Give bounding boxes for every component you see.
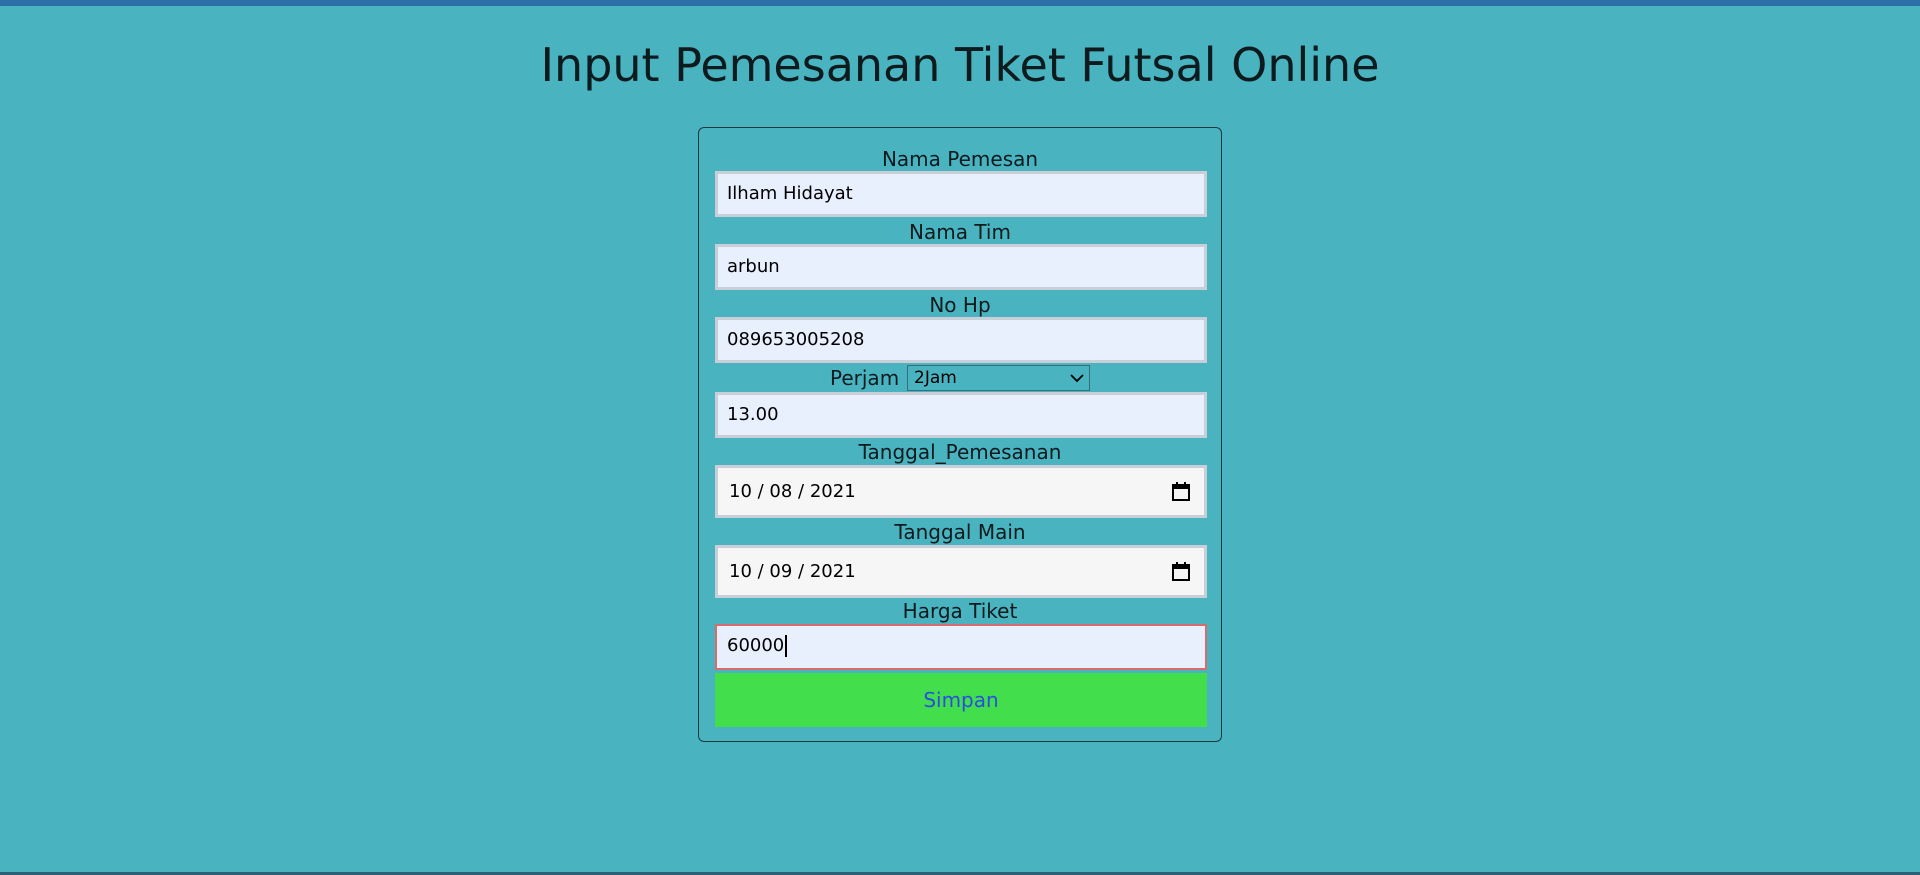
no-hp-label: No Hp: [929, 293, 991, 317]
no-hp-input[interactable]: 089653005208: [715, 317, 1207, 363]
nama-pemesan-value: Ilham Hidayat: [727, 183, 853, 204]
nama-pemesan-input[interactable]: Ilham Hidayat: [715, 171, 1207, 217]
jam-value: 13.00: [727, 404, 779, 425]
perjam-selected-value: 2Jam: [914, 368, 957, 388]
tanggal-main-month[interactable]: 10: [729, 561, 752, 582]
tanggal-pemesanan-input[interactable]: 10 / 08 / 2021: [715, 465, 1207, 518]
tanggal-main-input[interactable]: 10 / 09 / 2021: [715, 545, 1207, 598]
text-cursor: [785, 635, 788, 657]
simpan-button[interactable]: Simpan: [715, 673, 1207, 727]
tanggal-pemesanan-year[interactable]: 2021: [810, 481, 856, 502]
tanggal-pemesanan-month[interactable]: 10: [729, 481, 752, 502]
perjam-select[interactable]: 2Jam: [907, 365, 1090, 391]
harga-tiket-input[interactable]: 60000: [715, 624, 1207, 670]
perjam-row: Perjam 2Jam: [699, 364, 1221, 392]
tanggal-main-day[interactable]: 09: [769, 561, 792, 582]
calendar-icon[interactable]: [1172, 562, 1190, 581]
tanggal-main-label: Tanggal Main: [894, 520, 1026, 544]
nama-tim-label: Nama Tim: [909, 220, 1011, 244]
nama-tim-input[interactable]: arbun: [715, 244, 1207, 290]
window-top-bar: [0, 0, 1920, 6]
nama-pemesan-label: Nama Pemesan: [881, 147, 1039, 171]
jam-input[interactable]: 13.00: [715, 392, 1207, 438]
page-title: Input Pemesanan Tiket Futsal Online: [540, 38, 1380, 92]
chevron-down-icon: [1070, 374, 1084, 383]
perjam-label: Perjam: [830, 366, 900, 390]
tanggal-pemesanan-day[interactable]: 08: [769, 481, 792, 502]
tanggal-main-year[interactable]: 2021: [810, 561, 856, 582]
booking-form: Nama Pemesan Ilham Hidayat Nama Tim arbu…: [698, 127, 1222, 742]
tanggal-pemesanan-label: Tanggal_Pemesanan: [858, 440, 1062, 464]
harga-tiket-label: Harga Tiket: [902, 599, 1018, 623]
no-hp-value: 089653005208: [727, 329, 865, 350]
harga-tiket-value: 60000: [727, 635, 785, 656]
calendar-icon[interactable]: [1172, 482, 1190, 501]
nama-tim-value: arbun: [727, 256, 780, 277]
